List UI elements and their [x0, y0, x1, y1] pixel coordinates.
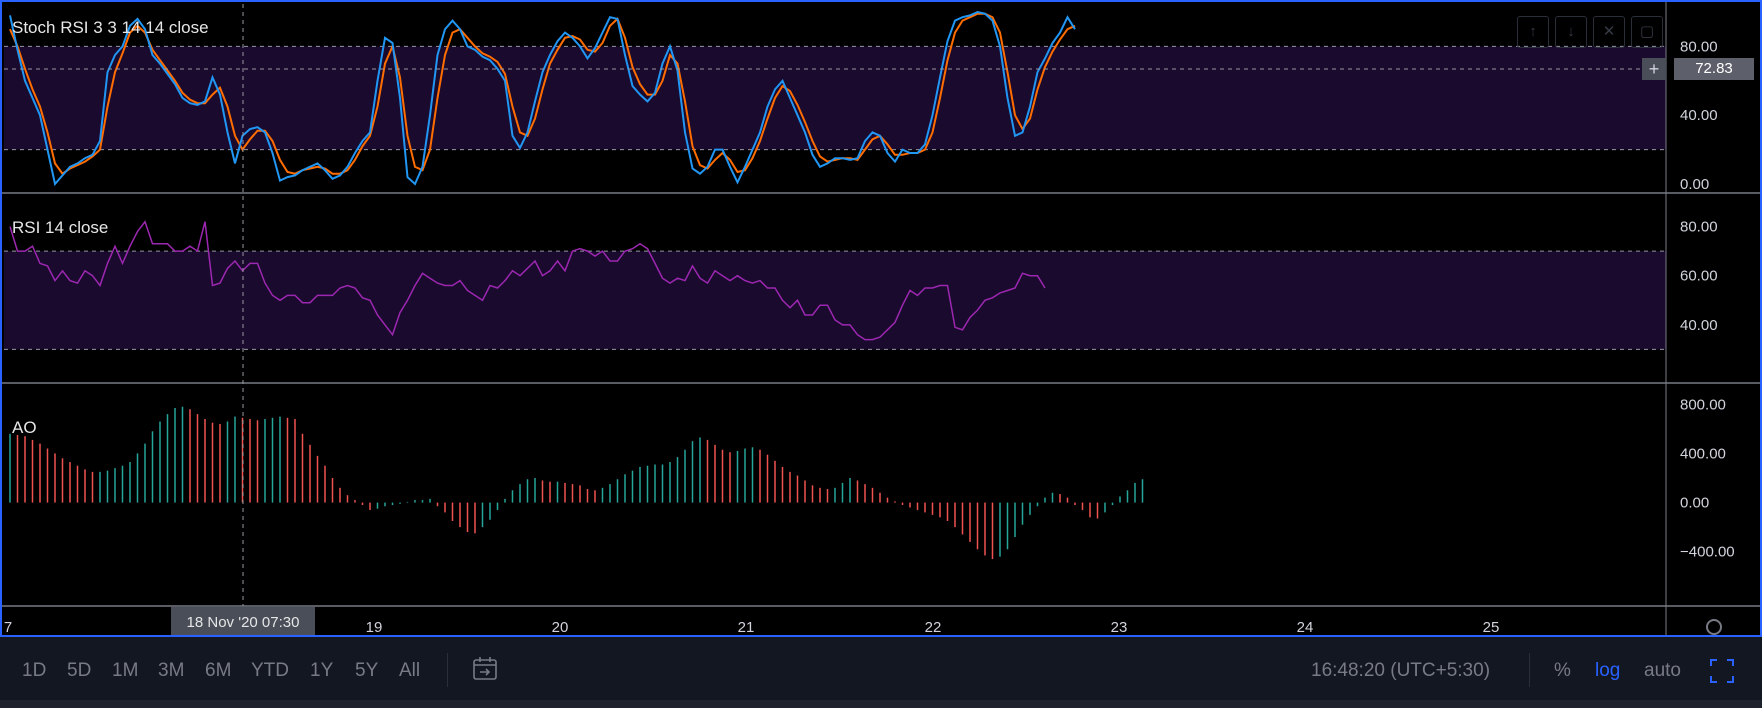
stoch-pane-title: Stoch RSI 3 3 14 14 close — [12, 18, 209, 37]
y-tick-label: 400.00 — [1680, 445, 1726, 462]
range-1d-button[interactable]: 1D — [22, 660, 46, 682]
expand-icon — [1710, 659, 1734, 683]
bottom-strip — [0, 700, 1762, 708]
y-tick-label: 40.00 — [1680, 317, 1718, 334]
time-tick-label: 19 — [366, 619, 383, 636]
range-5d-button[interactable]: 5D — [67, 660, 91, 682]
y-tick-label: 80.00 — [1680, 219, 1718, 236]
chart-frame[interactable]: 80.00 40.00 0.00 80.00 60.00 40.00 800.00 400.0… — [0, 0, 1762, 637]
clock-label[interactable]: 16:48:20 (UTC+5:30) — [1311, 660, 1490, 682]
y-tick-label: 60.00 — [1680, 268, 1718, 285]
time-tick-label: 22 — [925, 619, 942, 636]
chart-canvas[interactable]: 80.00 40.00 0.00 80.00 60.00 40.00 800.00 400.0… — [2, 2, 1762, 637]
range-ytd-button[interactable]: YTD — [251, 660, 289, 682]
fullscreen-icon[interactable] — [1709, 658, 1735, 690]
crosshair-time-label: 18 Nov '20 07:30 — [171, 607, 315, 635]
y-tick-label: −400.00 — [1680, 544, 1735, 561]
y-tick-label: 40.00 — [1680, 107, 1718, 124]
log-toggle[interactable]: log — [1595, 660, 1620, 682]
add-plus-button[interactable]: + — [1642, 58, 1666, 80]
ao-pane-title: AO — [12, 418, 37, 437]
y-tick-label: 0.00 — [1680, 495, 1709, 512]
calendar-arrow-icon — [473, 657, 497, 680]
range-5y-button[interactable]: 5Y — [355, 660, 378, 682]
y-tick-label: 0.00 — [1680, 176, 1709, 193]
time-tick-label: 7 — [4, 619, 12, 636]
auto-toggle[interactable]: auto — [1644, 660, 1681, 682]
pane-controls: ↑ ↓ ✕ ▢ — [1517, 16, 1663, 48]
toolbar-divider — [447, 653, 448, 687]
move-up-icon[interactable]: ↑ — [1517, 16, 1549, 48]
range-1m-button[interactable]: 1M — [112, 660, 138, 682]
time-tick-label: 25 — [1483, 619, 1500, 636]
time-tick-label: 24 — [1297, 619, 1314, 636]
move-down-icon[interactable]: ↓ — [1555, 16, 1587, 48]
maximize-icon[interactable]: ▢ — [1631, 16, 1663, 48]
band-fill — [4, 251, 1666, 350]
time-tick-label: 20 — [552, 619, 569, 636]
percent-toggle[interactable]: % — [1554, 660, 1571, 682]
y-tick-label: 80.00 — [1680, 38, 1718, 55]
current-value-badge: 72.83 — [1674, 58, 1754, 80]
go-to-date-icon[interactable] — [472, 656, 500, 688]
toolbar-divider-right — [1529, 653, 1530, 687]
bottom-toolbar: 1D 5D 1M 3M 6M YTD 1Y 5Y All 16:48:20 (U… — [0, 640, 1762, 700]
rsi-pane-title: RSI 14 close — [12, 218, 109, 237]
range-all-button[interactable]: All — [399, 660, 420, 682]
time-tick-label: 23 — [1111, 619, 1128, 636]
close-icon[interactable]: ✕ — [1593, 16, 1625, 48]
time-tick-label: 21 — [738, 619, 755, 636]
range-3m-button[interactable]: 3M — [158, 660, 184, 682]
range-1y-button[interactable]: 1Y — [310, 660, 333, 682]
y-tick-label: 800.00 — [1680, 396, 1726, 413]
settings-gear-icon — [1706, 619, 1722, 635]
range-6m-button[interactable]: 6M — [205, 660, 231, 682]
